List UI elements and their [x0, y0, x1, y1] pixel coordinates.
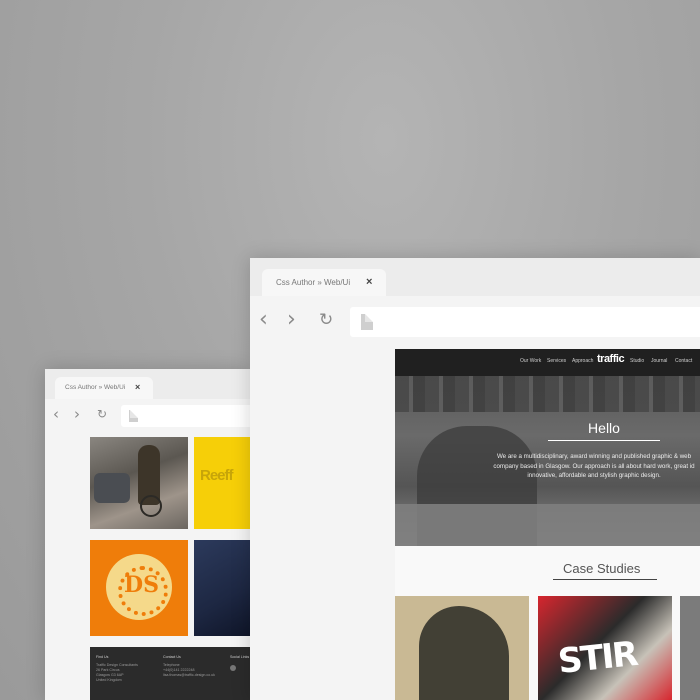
back-icon[interactable]: ‹: [259, 307, 268, 332]
page-viewport: Reeff DS Find Us Traffic Design Consulta…: [90, 437, 250, 700]
hero-section: Hello We are a multidisciplinary, award …: [395, 376, 700, 546]
footer-col-find: Find Us Traffic Design Consultants 26 Pa…: [96, 655, 138, 683]
document-icon: [361, 314, 373, 330]
site-logo[interactable]: traffic: [597, 353, 625, 365]
tile-logo-text: Reeff: [200, 467, 234, 484]
portfolio-tile-navy[interactable]: [194, 540, 250, 636]
twitter-icon[interactable]: [230, 665, 236, 671]
browser-window-front: Css Author » Web/Ui × ‹ › ↻ Our Work Ser…: [250, 258, 700, 700]
hero-divider: [548, 440, 660, 441]
hero-background-shelf: [395, 376, 700, 412]
forward-icon[interactable]: ›: [74, 405, 80, 423]
case-study-card-stir[interactable]: STIR: [538, 596, 672, 700]
tab-title: Css Author » Web/Ui: [276, 278, 351, 287]
reload-icon[interactable]: ↻: [319, 310, 333, 330]
badge-graphic: DS: [106, 554, 172, 620]
address-bar[interactable]: [350, 307, 700, 337]
portfolio-tile-cyclist[interactable]: [90, 437, 188, 529]
wheel-shape: [140, 495, 162, 517]
forward-icon[interactable]: ›: [287, 307, 296, 332]
nav-approach[interactable]: Approach: [572, 358, 593, 364]
footer-heading: Find Us: [96, 655, 109, 659]
site-footer: Find Us Traffic Design Consultants 26 Pa…: [90, 647, 250, 700]
footer-col-social: Social Links: [230, 655, 249, 671]
footer-heading: Social Links: [230, 655, 250, 659]
case-study-card-figure[interactable]: [395, 596, 529, 700]
hero-text-line: innovative, affordable and stylish graph…: [527, 472, 661, 479]
figure-silhouette: [419, 606, 509, 700]
browser-toolbar: ‹ › ↻: [45, 399, 250, 433]
back-icon[interactable]: ‹: [53, 405, 59, 423]
browser-tab[interactable]: Css Author » Web/Ui ×: [55, 377, 153, 399]
hero-heading: Hello: [588, 420, 620, 436]
nav-studio[interactable]: Studio: [630, 358, 644, 364]
footer-col-contact: Contact Us Telephone +44(0)141 2222248 l…: [163, 655, 215, 678]
stir-text: STIR: [556, 634, 639, 682]
hero-text-line: We are a multidisciplinary, award winnin…: [496, 453, 692, 460]
badge-text: DS: [124, 572, 159, 598]
portfolio-tile-yellow[interactable]: Reeff: [194, 437, 250, 529]
browser-tab[interactable]: Css Author » Web/Ui ×: [262, 269, 386, 296]
tab-bar: Css Author » Web/Ui ×: [250, 258, 700, 296]
nav-journal[interactable]: Journal: [651, 358, 667, 364]
close-tab-icon[interactable]: ×: [366, 276, 372, 288]
hero-text: We are a multidisciplinary, award winnin…: [479, 452, 700, 481]
portfolio-tile-orange[interactable]: DS: [90, 540, 188, 636]
footer-heading: Contact Us: [163, 655, 181, 659]
hero-text-line: company based in Glasgow. Our approach i…: [493, 462, 695, 470]
case-studies-divider: [553, 579, 657, 580]
close-tab-icon[interactable]: ×: [135, 382, 140, 392]
hero-background-desk: [395, 504, 700, 546]
browser-window-back: Css Author » Web/Ui × ‹ › ↻ Reeff DS Fin…: [45, 369, 250, 700]
site-nav: Our Work Services Approach traffic Studi…: [395, 349, 700, 380]
browser-toolbar: ‹ › ↻: [250, 296, 700, 348]
tab-bar: Css Author » Web/Ui ×: [45, 369, 250, 399]
reload-icon[interactable]: ↻: [97, 407, 107, 421]
address-bar[interactable]: [121, 405, 250, 427]
nav-services[interactable]: Services: [547, 358, 566, 364]
nav-contact[interactable]: Contact: [675, 358, 692, 364]
case-studies-heading: Case Studies: [563, 561, 641, 576]
footer-line: United Kingdom: [96, 678, 122, 682]
footer-email[interactable]: lisa.thomas@traffic-design.co.uk: [163, 673, 215, 678]
document-icon: [129, 410, 138, 422]
page-viewport: Our Work Services Approach traffic Studi…: [395, 349, 700, 700]
tab-title: Css Author » Web/Ui: [65, 384, 126, 391]
car-shape: [94, 473, 130, 503]
case-study-card-grey[interactable]: [680, 596, 700, 700]
nav-our-work[interactable]: Our Work: [520, 358, 541, 364]
